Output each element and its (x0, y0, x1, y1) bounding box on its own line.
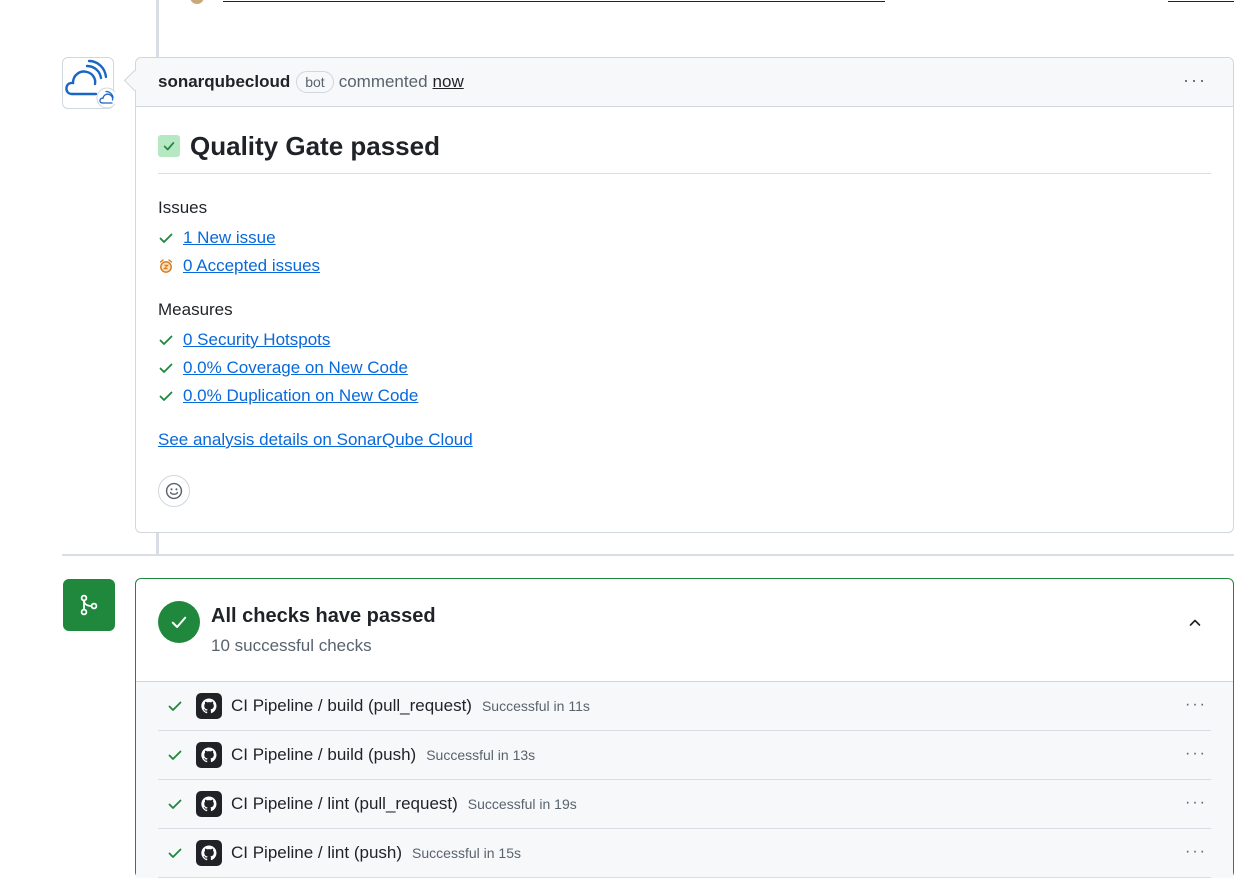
add-reaction-button[interactable] (158, 475, 190, 507)
comment-author[interactable]: sonarqubecloud (158, 72, 290, 92)
chevron-up-icon (1189, 619, 1201, 626)
check-status: Successful in 19s (467, 796, 577, 812)
github-actions-icon (196, 840, 222, 866)
check-more-options-button[interactable]: ··· (1185, 745, 1207, 763)
quality-gate-title: Quality Gate passed (190, 130, 440, 161)
checks-header: All checks have passed 10 successful che… (136, 579, 1233, 682)
quality-gate-heading: Quality Gate passed (158, 129, 1211, 174)
list-item: 1 New issue (158, 224, 1211, 252)
check-icon (158, 388, 176, 404)
comment-body: Quality Gate passed Issues 1 New issue 0 (136, 129, 1233, 507)
check-more-options-button[interactable]: ··· (1185, 696, 1207, 714)
check-name: CI Pipeline / build (pull_request) (231, 696, 472, 715)
timeline-divider (62, 554, 1234, 556)
collapse-checks-button[interactable] (1187, 615, 1203, 636)
comment-action: commented (338, 72, 428, 91)
analysis-details-link[interactable]: See analysis details on SonarQube Cloud (158, 430, 1211, 450)
timeline-line (156, 533, 159, 555)
new-issues-link[interactable]: 1 New issue (183, 228, 276, 248)
comment-more-options-button[interactable]: ··· (1183, 70, 1207, 91)
duplication-link[interactable]: 0.0% Duplication on New Code (183, 386, 418, 406)
smiley-icon (165, 482, 183, 500)
check-name: CI Pipeline / build (push) (231, 745, 417, 764)
check-icon (167, 698, 185, 714)
list-item: 0.0% Duplication on New Code (158, 382, 1211, 410)
comment-timestamp-link[interactable]: now (433, 72, 464, 92)
measures-label: Measures (158, 300, 233, 319)
alarm-clock-icon (158, 258, 176, 274)
github-actions-icon (196, 693, 222, 719)
issues-list: 1 New issue 0 Accepted issues (158, 224, 1211, 280)
link-underline-fragment-right (1168, 1, 1234, 2)
avatar-fragment (190, 0, 204, 4)
check-icon (158, 230, 176, 246)
check-list: CI Pipeline / build (pull_request) Succe… (136, 682, 1233, 878)
checks-subtitle: 10 successful checks (211, 636, 372, 655)
check-icon (158, 360, 176, 376)
timeline-line (156, 0, 159, 58)
checks-panel: All checks have passed 10 successful che… (135, 578, 1234, 878)
comment-header: sonarqubecloud bot commented now ··· (136, 58, 1233, 107)
sonarqube-comment: sonarqubecloud bot commented now ··· Qua… (135, 57, 1234, 533)
check-row[interactable]: CI Pipeline / lint (pull_request) Succes… (158, 780, 1211, 829)
check-row[interactable]: CI Pipeline / build (push) Successful in… (158, 731, 1211, 780)
issues-label: Issues (158, 198, 208, 217)
git-merge-icon (63, 579, 115, 631)
check-more-options-button[interactable]: ··· (1185, 843, 1207, 861)
security-hotspots-link[interactable]: 0 Security Hotspots (183, 330, 330, 350)
check-status: Successful in 11s (481, 698, 590, 714)
accepted-issues-link[interactable]: 0 Accepted issues (183, 256, 320, 276)
check-status: Successful in 13s (426, 747, 536, 763)
github-actions-icon (196, 742, 222, 768)
checks-title: All checks have passed (211, 605, 436, 627)
check-icon (167, 845, 185, 861)
check-row[interactable]: CI Pipeline / lint (push) Successful in … (158, 829, 1211, 878)
list-item: 0.0% Coverage on New Code (158, 354, 1211, 382)
list-item: 0 Accepted issues (158, 252, 1211, 280)
previous-item-fragment (190, 0, 885, 4)
check-icon (158, 135, 180, 157)
sonarqube-logo-icon (65, 59, 115, 109)
list-item: 0 Security Hotspots (158, 326, 1211, 354)
check-icon (167, 747, 185, 763)
check-row[interactable]: CI Pipeline / build (pull_request) Succe… (158, 682, 1211, 731)
check-icon (158, 332, 176, 348)
check-icon (167, 796, 185, 812)
coverage-link[interactable]: 0.0% Coverage on New Code (183, 358, 408, 378)
github-actions-icon (196, 791, 222, 817)
measures-list: 0 Security Hotspots 0.0% Coverage on New… (158, 326, 1211, 410)
check-more-options-button[interactable]: ··· (1185, 794, 1207, 812)
link-underline-fragment (223, 1, 885, 2)
check-name: CI Pipeline / lint (push) (231, 843, 403, 862)
check-name: CI Pipeline / lint (pull_request) (231, 794, 458, 813)
check-status: Successful in 15s (412, 845, 521, 861)
sonarqubecloud-avatar[interactable] (62, 57, 115, 109)
check-circle-icon (158, 601, 200, 643)
bot-badge: bot (296, 71, 334, 93)
